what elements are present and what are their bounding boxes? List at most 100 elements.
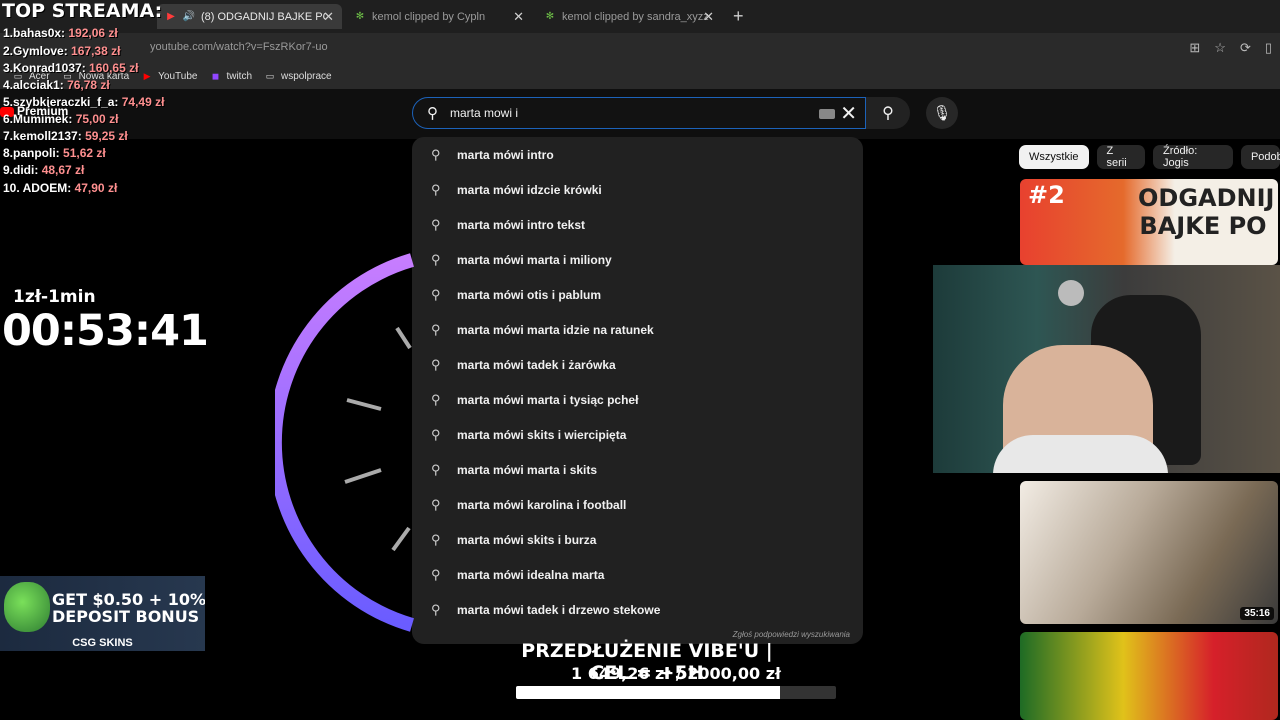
report-suggestions-link[interactable]: Zgłoś podpowiedzi wyszukiwania	[733, 630, 850, 639]
bonus-brand: CSG SKINS	[72, 637, 133, 649]
donor-name: 2.Gymlove:	[3, 44, 68, 58]
twitch-clip-favicon-icon: ✻	[545, 11, 555, 22]
clock-tick	[391, 526, 411, 552]
clock-tick	[395, 326, 412, 350]
streamer-shirt-shape	[993, 435, 1168, 473]
suggestion-item[interactable]: ⚲ marta mówi intro	[412, 137, 863, 172]
tab-youtube[interactable]: ▶ 🔊 (8) ODGADNIJ BAJKE PO PIO… ✕	[157, 4, 342, 29]
donor-row: 3.Konrad1037: 160,65 zł	[3, 61, 138, 75]
lamp-shape	[1058, 280, 1084, 306]
bookmark-wspolprace[interactable]: ▭ wspolprace	[264, 71, 332, 82]
suggestion-item[interactable]: ⚲ marta mówi idzcie krówki	[412, 172, 863, 207]
bookmark-star-icon[interactable]: ☆	[1214, 40, 1226, 56]
speaker-icon[interactable]: 🔊	[183, 11, 195, 23]
bonus-subheadline: DEPOSIT BONUS	[52, 607, 200, 626]
bookmark-label: twitch	[226, 70, 252, 82]
thumbnail-title: ODGADNIJ BAJKE PO	[1138, 184, 1275, 240]
streamer-webcam	[933, 265, 1280, 473]
close-tab-icon[interactable]: ✕	[323, 9, 334, 25]
search-button[interactable]: ⚲	[866, 97, 910, 129]
twitch-icon: ◼	[211, 70, 220, 81]
keyboard-icon[interactable]	[819, 109, 835, 119]
address-bar: youtube.com/watch?v=FszRKor7-uo ⊞ ☆ ⟳ ▯	[0, 33, 1280, 63]
voice-search-button[interactable]: 🎙	[926, 97, 958, 129]
video-duration: 35:16	[1240, 607, 1274, 620]
twitch-clip-favicon-icon: ✻	[355, 11, 365, 22]
microphone-icon: 🎙	[932, 105, 952, 122]
donor-name: 4.alcciak1:	[3, 78, 64, 92]
search-icon: ⚲	[431, 181, 441, 197]
new-tab-icon[interactable]: +	[733, 6, 744, 27]
search-icon: ⚲	[882, 105, 894, 122]
subathon-timer: 00:53:41	[2, 306, 209, 356]
donor-name: 8.panpoli:	[3, 146, 60, 160]
donor-amount: 74,49 zł	[121, 95, 165, 109]
recommended-video-thumbnail[interactable]	[1020, 632, 1278, 720]
search-query[interactable]: marta mowi i	[450, 106, 518, 120]
browser-toolbar-icons: ⊞ ☆ ⟳ ▯	[1189, 40, 1280, 56]
donor-row: 7.kemoll2137: 59,25 zł	[3, 129, 128, 143]
youtube-favicon-icon: ▶	[167, 11, 175, 22]
clock-arc	[275, 253, 414, 632]
donor-name: 9.didi:	[3, 163, 39, 177]
donor-name: 1.bahas0x:	[3, 26, 66, 40]
url-field[interactable]: youtube.com/watch?v=FszRKor7-uo	[150, 41, 328, 53]
donor-amount: 75,00 zł	[75, 112, 119, 126]
youtube-icon: ▶	[143, 70, 151, 81]
clear-search-icon[interactable]: ✕	[840, 101, 857, 126]
mascot-icon	[4, 582, 50, 632]
folder-icon: ▭	[265, 70, 275, 81]
bonus-headline: GET $0.50 + 10%	[52, 590, 205, 609]
suggestion-text: marta mówi idzcie krówki	[457, 182, 602, 197]
donor-amount: 160,65 zł	[89, 61, 139, 75]
timer-rate: 1zł-1min	[13, 287, 96, 307]
suggestion-text: marta mówi intro	[457, 147, 554, 162]
tab-clip-1[interactable]: ✻ kemol clipped by Cypln ✕	[346, 4, 532, 29]
tab-title: (8) ODGADNIJ BAJKE PO PIO…	[201, 10, 326, 23]
close-tab-icon[interactable]: ✕	[513, 9, 524, 25]
tab-title: kemol clipped by Cypln	[372, 10, 486, 23]
top-donors-title: TOP STREAMA:	[2, 0, 163, 22]
donation-goal-value: 1 649,26 zł / 2000,00 zł	[571, 664, 781, 683]
tab-clip-2[interactable]: ✻ kemol clipped by sandra_xyzz ✕	[536, 4, 722, 29]
donor-amount: 48,67 zł	[41, 163, 85, 177]
donor-name: 6.Mumimek:	[3, 112, 73, 126]
extensions-icon[interactable]: ⟳	[1240, 40, 1251, 56]
thumbnail-number: #2	[1028, 181, 1065, 209]
donor-amount: 51,62 zł	[63, 146, 106, 160]
search-icon: ⚲	[431, 216, 441, 232]
close-tab-icon[interactable]: ✕	[703, 9, 714, 25]
video-clock-ring	[275, 253, 414, 632]
donor-row: 8.panpoli: 51,62 zł	[3, 146, 106, 160]
bookmark-youtube[interactable]: ▶ YouTube	[141, 70, 198, 82]
chip-series[interactable]: Z serii	[1096, 145, 1146, 169]
donation-goal-progress	[516, 686, 836, 699]
donor-amount: 167,38 zł	[71, 44, 121, 58]
search-icon: ⚲	[427, 105, 438, 122]
donor-row: 2.Gymlove: 167,38 zł	[3, 44, 120, 58]
bookmark-label: YouTube	[158, 70, 198, 82]
donor-row: 1.bahas0x: 192,06 zł	[3, 26, 118, 40]
install-app-icon[interactable]: ⊞	[1189, 40, 1200, 56]
browser-tab-bar: ▶ 🔊 (8) ODGADNIJ BAJKE PO PIO… ✕ ✻ kemol…	[0, 0, 1280, 33]
csgoskins-bonus-banner: GET $0.50 + 10% DEPOSIT BONUS CSG SKINS	[0, 576, 205, 651]
donor-name: 10. ADOEM:	[3, 181, 72, 195]
donor-row: 9.didi: 48,67 zł	[3, 163, 84, 177]
suggestion-text: marta mówi intro tekst	[457, 217, 586, 232]
donor-name: 7.kemoll2137:	[3, 129, 82, 143]
recommended-video-thumbnail[interactable]: 35:16	[1020, 481, 1278, 624]
donor-row: 6.Mumimek: 75,00 zł	[3, 112, 118, 126]
donor-row: 10. ADOEM: 47,90 zł	[3, 181, 117, 195]
chip-similar[interactable]: Podob	[1240, 145, 1280, 169]
recommended-video-thumbnail[interactable]: #2 ODGADNIJ BAJKE PO	[1020, 179, 1278, 265]
bookmark-twitch[interactable]: ◼ twitch	[209, 71, 252, 82]
clock-tick	[346, 398, 382, 411]
sidebar-icon[interactable]: ▯	[1265, 40, 1272, 56]
donor-amount: 76,78 zł	[67, 78, 110, 92]
search-input[interactable]: ⚲ marta mowi i ✕	[412, 97, 866, 129]
chip-source[interactable]: Źródło: Jogis	[1153, 145, 1233, 169]
chip-all[interactable]: Wszystkie	[1019, 145, 1089, 169]
tab-title: kemol clipped by sandra_xyzz	[562, 10, 709, 23]
suggestion-item[interactable]: ⚲ marta mówi intro tekst	[412, 207, 863, 242]
donor-name: 3.Konrad1037:	[3, 61, 86, 75]
